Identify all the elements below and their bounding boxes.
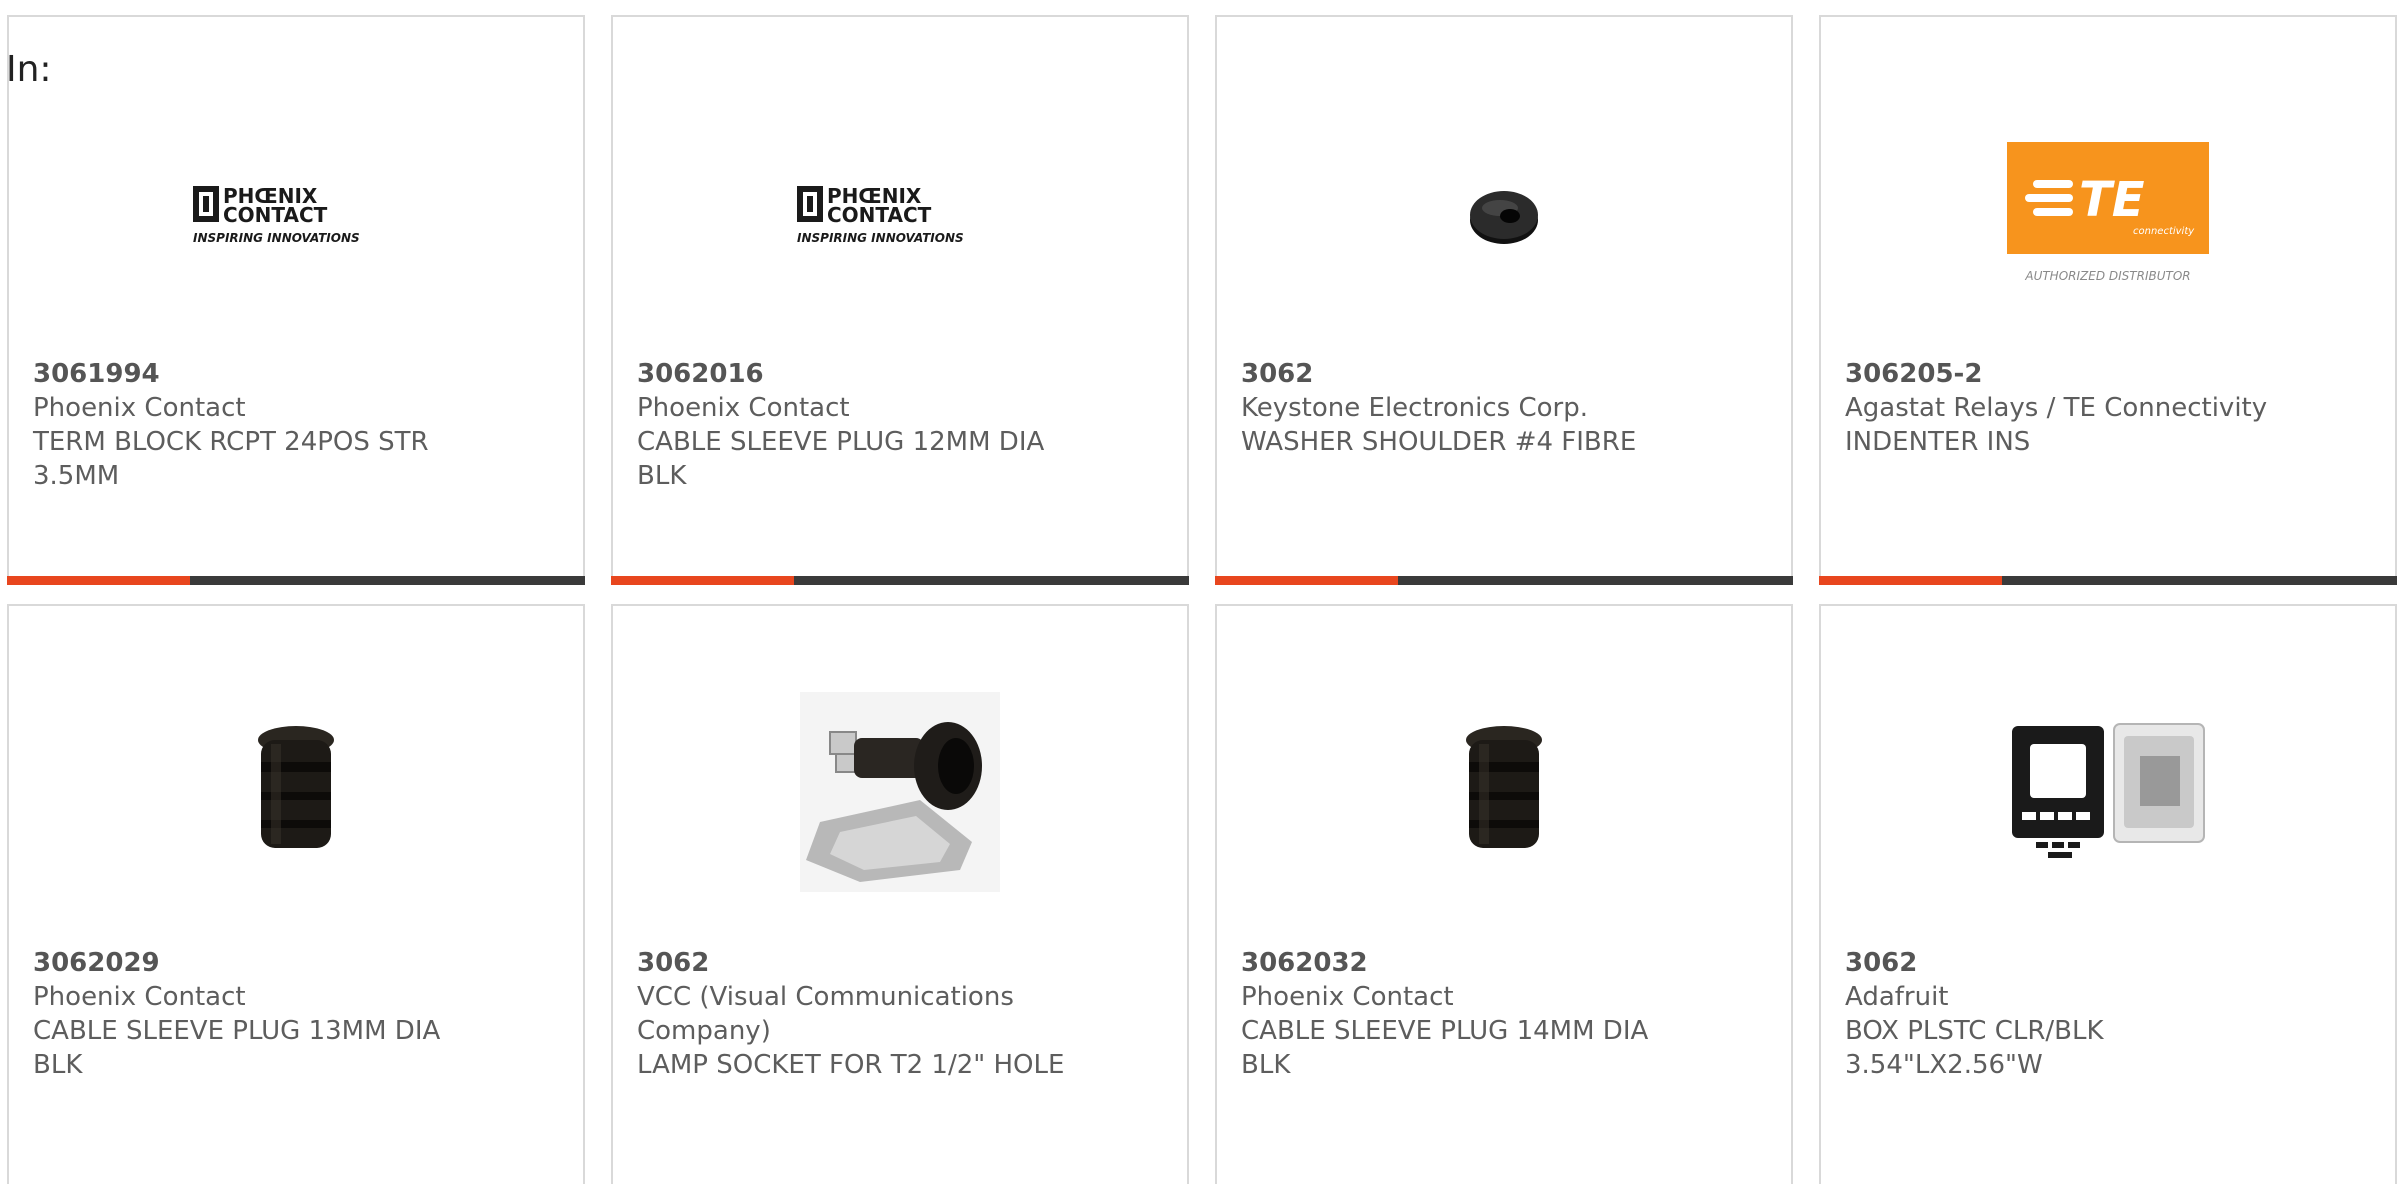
product-info: 3062 VCC (Visual Communications Company)…: [637, 946, 1163, 1082]
cable-sleeve-plug-icon: [1466, 726, 1542, 848]
product-info: 3061994 Phoenix Contact TERM BLOCK RCPT …: [33, 357, 559, 493]
logo-text-2: CONTACT: [223, 203, 328, 227]
description-line-2: 3.5MM: [33, 461, 120, 491]
product-card[interactable]: 3062 Keystone Electronics Corp. WASHER S…: [1215, 15, 1793, 585]
manufacturer: Phoenix Contact: [637, 393, 850, 423]
part-number[interactable]: 3062: [1845, 946, 2371, 980]
black-washer-icon: [1470, 191, 1538, 244]
card-accent: [1215, 576, 1398, 585]
product-image[interactable]: [613, 672, 1187, 912]
description-line-2: BLK: [33, 1050, 83, 1080]
product-card[interactable]: 3062029 Phoenix Contact CABLE SLEEVE PLU…: [7, 604, 585, 1184]
product-info: 3062029 Phoenix Contact CABLE SLEEVE PLU…: [33, 946, 559, 1082]
plastic-box-icon: [2012, 723, 2205, 858]
manufacturer: VCC (Visual Communications: [637, 982, 1014, 1012]
card-bottom-bar: [1819, 576, 2397, 585]
product-image[interactable]: [1217, 97, 1791, 337]
part-number[interactable]: 3062029: [33, 946, 559, 980]
phoenix-contact-logo-icon: PHŒNIX CONTACT INSPIRING INNOVATIONS: [797, 184, 964, 245]
part-number[interactable]: 306205-2: [1845, 357, 2371, 391]
description-line-1: INDENTER INS: [1845, 427, 2031, 457]
product-card[interactable]: 3062 VCC (Visual Communications Company)…: [611, 604, 1189, 1184]
description-line-1: CABLE SLEEVE PLUG 14MM DIA: [1241, 1016, 1649, 1046]
lamp-socket-icon: [800, 692, 1000, 892]
manufacturer: Agastat Relays / TE Connectivity: [1845, 393, 2268, 423]
part-number[interactable]: 3062032: [1241, 946, 1767, 980]
logo-text-1: TE: [2079, 172, 2145, 228]
product-image[interactable]: [1821, 672, 2395, 912]
product-info: 3062 Adafruit BOX PLSTC CLR/BLK 3.54"LX2…: [1845, 946, 2371, 1082]
part-number[interactable]: 3061994: [33, 357, 559, 391]
logo-text-2: CONTACT: [827, 203, 932, 227]
product-card[interactable]: TE connectivity AUTHORIZED DISTRIBUTOR 3…: [1819, 15, 2397, 585]
te-connectivity-logo-icon: TE connectivity AUTHORIZED DISTRIBUTOR: [2007, 142, 2209, 283]
logo-tagline: INSPIRING INNOVATIONS: [797, 231, 964, 245]
card-accent: [7, 576, 190, 585]
description-line-1: WASHER SHOULDER #4 FIBRE: [1241, 427, 1637, 457]
manufacturer: Phoenix Contact: [33, 393, 246, 423]
card-accent: [1819, 576, 2002, 585]
product-image[interactable]: PHŒNIX CONTACT INSPIRING INNOVATIONS: [9, 97, 583, 337]
description-line-2: BLK: [637, 461, 687, 491]
card-bottom-bar: [7, 576, 585, 585]
manufacturer: Adafruit: [1845, 982, 1949, 1012]
description-line-1: CABLE SLEEVE PLUG 13MM DIA: [33, 1016, 441, 1046]
product-image[interactable]: [9, 672, 583, 912]
filter-label: In:: [6, 49, 52, 90]
part-number[interactable]: 3062: [1241, 357, 1767, 391]
description-line-1: BOX PLSTC CLR/BLK: [1845, 1016, 2104, 1046]
product-info: 3062032 Phoenix Contact CABLE SLEEVE PLU…: [1241, 946, 1767, 1082]
product-card[interactable]: PHŒNIX CONTACT INSPIRING INNOVATIONS 306…: [7, 15, 585, 585]
product-image[interactable]: PHŒNIX CONTACT INSPIRING INNOVATIONS: [613, 97, 1187, 337]
logo-tagline: AUTHORIZED DISTRIBUTOR: [2024, 269, 2190, 283]
part-number[interactable]: 3062: [637, 946, 1163, 980]
part-number[interactable]: 3062016: [637, 357, 1163, 391]
product-info: 306205-2 Agastat Relays / TE Connectivit…: [1845, 357, 2371, 459]
description-line-1: LAMP SOCKET FOR T2 1/2" HOLE: [637, 1050, 1065, 1080]
description-line-2: 3.54"LX2.56"W: [1845, 1050, 2043, 1080]
product-card[interactable]: 3062 Adafruit BOX PLSTC CLR/BLK 3.54"LX2…: [1819, 604, 2397, 1184]
description-line-1: TERM BLOCK RCPT 24POS STR: [33, 427, 429, 457]
product-info: 3062016 Phoenix Contact CABLE SLEEVE PLU…: [637, 357, 1163, 493]
card-bottom-bar: [611, 576, 1189, 585]
manufacturer: Phoenix Contact: [33, 982, 246, 1012]
product-image[interactable]: TE connectivity AUTHORIZED DISTRIBUTOR: [1821, 97, 2395, 337]
product-image[interactable]: [1217, 672, 1791, 912]
product-info: 3062 Keystone Electronics Corp. WASHER S…: [1241, 357, 1767, 459]
card-bottom-bar: [1215, 576, 1793, 585]
phoenix-contact-logo-icon: PHŒNIX CONTACT INSPIRING INNOVATIONS: [193, 184, 360, 245]
manufacturer: Phoenix Contact: [1241, 982, 1454, 1012]
description-line-2: BLK: [1241, 1050, 1291, 1080]
logo-text-2: connectivity: [2133, 226, 2195, 237]
manufacturer-line-2: Company): [637, 1016, 771, 1046]
product-card[interactable]: PHŒNIX CONTACT INSPIRING INNOVATIONS 306…: [611, 15, 1189, 585]
card-accent: [611, 576, 794, 585]
description-line-1: CABLE SLEEVE PLUG 12MM DIA: [637, 427, 1045, 457]
manufacturer: Keystone Electronics Corp.: [1241, 393, 1589, 423]
logo-tagline: INSPIRING INNOVATIONS: [193, 231, 360, 245]
cable-sleeve-plug-icon: [258, 726, 334, 848]
product-card[interactable]: 3062032 Phoenix Contact CABLE SLEEVE PLU…: [1215, 604, 1793, 1184]
